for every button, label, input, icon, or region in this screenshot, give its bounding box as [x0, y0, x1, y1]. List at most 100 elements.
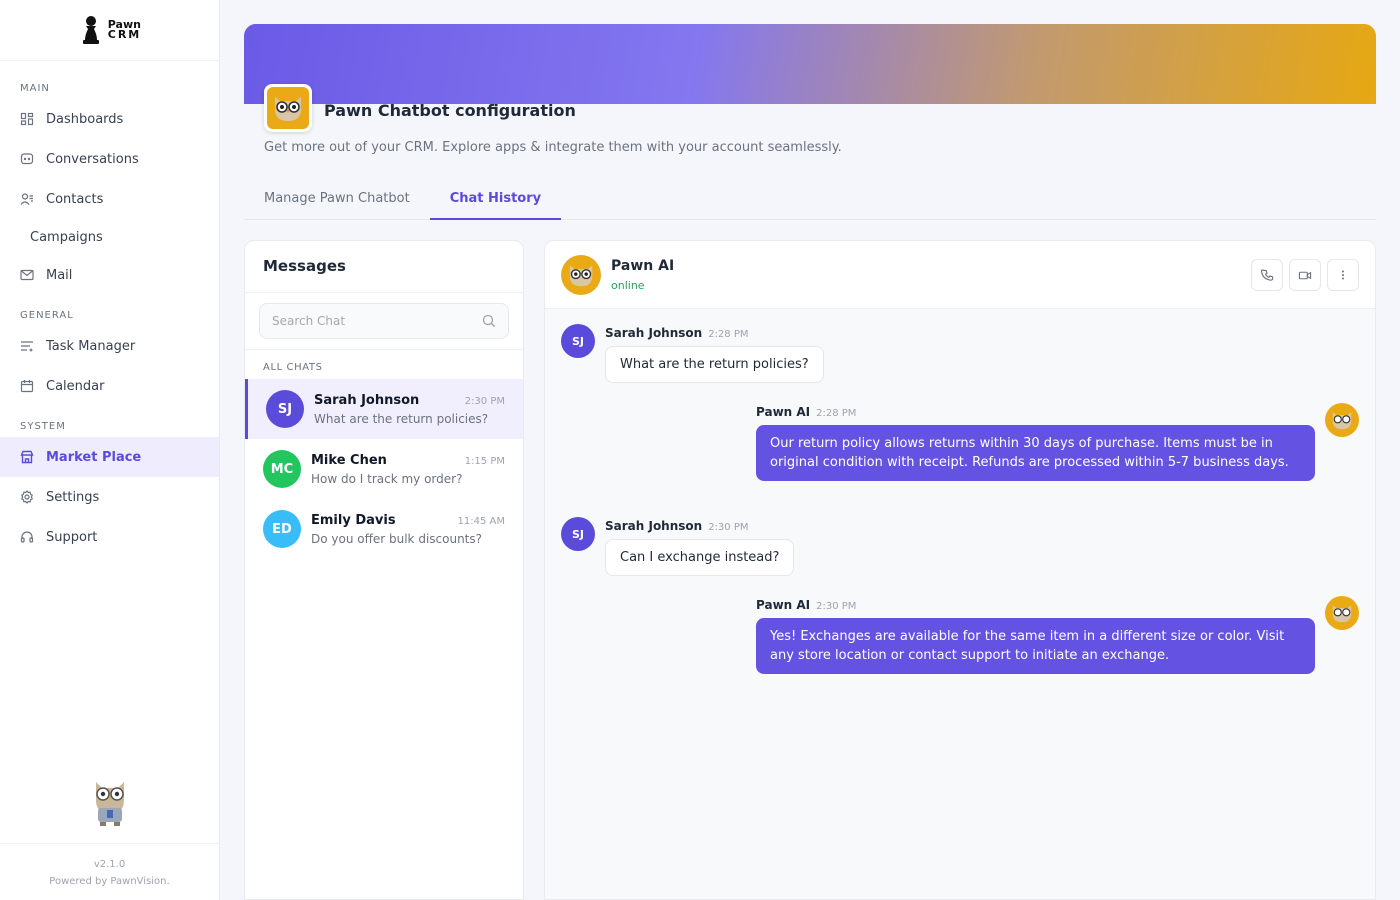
owl-face-icon — [1332, 412, 1352, 430]
sidebar-item-label: Contacts — [46, 191, 104, 207]
message-bubble: What are the return policies? — [605, 346, 824, 383]
video-call-button[interactable] — [1289, 259, 1321, 291]
grid-icon — [20, 112, 34, 126]
sidebar-item-market-place[interactable]: Market Place — [0, 437, 219, 477]
sidebar-item-campaigns[interactable]: Campaigns — [0, 217, 219, 257]
tasks-icon — [20, 339, 34, 353]
owl-face-icon — [1332, 605, 1352, 623]
sidebar-item-label: Task Manager — [46, 338, 136, 354]
avatar: ED — [263, 510, 301, 548]
page-subtitle: Get more out of your CRM. Explore apps &… — [264, 140, 842, 155]
header-banner — [244, 24, 1376, 104]
powered-by: Powered by PawnVision. — [49, 876, 170, 887]
store-icon — [20, 450, 34, 464]
section-system: SYSTEM — [20, 421, 66, 432]
chat-item-emily-davis[interactable]: ED Emily Davis 11:45 AM Do you offer bul… — [245, 499, 523, 559]
sidebar-item-label: Support — [46, 529, 98, 545]
sidebar-item-label: Conversations — [46, 151, 139, 167]
conversation-name: Pawn AI — [611, 257, 675, 274]
tab-manage-chatbot[interactable]: Manage Pawn Chatbot — [244, 180, 430, 220]
message-user: Sarah Johnson 2:30 PM Can I exchange inst… — [605, 519, 795, 576]
bot-logo — [264, 84, 312, 132]
search-input[interactable] — [272, 314, 472, 328]
brand-logo[interactable]: Pawn CRM — [0, 0, 219, 61]
chat-icon — [20, 152, 34, 166]
message-ai: Pawn AI 2:30 PM Yes! Exchanges are availa… — [756, 598, 1315, 674]
mail-icon — [20, 268, 34, 282]
brand-line2: CRM — [107, 28, 142, 41]
avatar: SJ — [266, 390, 304, 428]
avatar: SJ — [561, 324, 595, 358]
message-bubble: Our return policy allows returns within … — [756, 425, 1315, 481]
sidebar: Pawn CRM MAIN Dashboards Conversations C… — [0, 0, 220, 900]
pawn-ai-avatar — [1325, 596, 1359, 630]
chat-time: 11:45 AM — [457, 515, 505, 527]
pawn-logo-icon — [82, 16, 99, 44]
chat-name: Sarah Johnson — [314, 392, 420, 408]
chat-name: Emily Davis — [311, 512, 396, 528]
sidebar-item-label: Mail — [46, 267, 73, 283]
conversation-header: Pawn AI online — [545, 241, 1375, 309]
message-bubble: Yes! Exchanges are available for the sam… — [756, 618, 1315, 674]
owl-mascot-icon — [96, 782, 124, 826]
sidebar-item-settings[interactable]: Settings — [0, 477, 219, 517]
search-icon[interactable] — [482, 314, 496, 328]
all-chats-label: ALL CHATS — [263, 362, 323, 373]
tab-chat-history[interactable]: Chat History — [429, 180, 562, 220]
message-ai: Pawn AI 2:28 PM Our return policy allows … — [756, 405, 1315, 481]
more-options-button[interactable] — [1327, 259, 1359, 291]
tab-bar: Manage Pawn Chatbot Chat History — [244, 180, 1376, 220]
conversation-panel: Pawn AI online SJ Sarah Johnson 2:28 PM W… — [544, 240, 1376, 900]
chat-item-mike-chen[interactable]: MC Mike Chen 1:15 PM How do I track my o… — [245, 439, 523, 499]
sender-name: Sarah Johnson — [605, 519, 703, 533]
message-time: 2:28 PM — [708, 329, 749, 340]
message-user: Sarah Johnson 2:28 PM What are the return… — [605, 326, 824, 383]
messages-panel: Messages ALL CHATS SJ Sarah Johnson 2:30… — [244, 240, 524, 900]
message-time: 2:28 PM — [816, 408, 857, 419]
video-icon — [1298, 271, 1312, 279]
pawn-ai-avatar — [561, 254, 601, 295]
section-main: MAIN — [20, 83, 50, 94]
owl-face-icon — [275, 97, 301, 121]
sidebar-item-label: Settings — [46, 489, 100, 505]
sidebar-item-dashboards[interactable]: Dashboards — [0, 99, 219, 139]
sidebar-footer: v2.1.0 Powered by PawnVision. — [0, 843, 219, 890]
sidebar-item-mail[interactable]: Mail — [0, 255, 219, 295]
sender-name: Pawn AI — [756, 405, 811, 419]
sidebar-item-conversations[interactable]: Conversations — [0, 139, 219, 179]
headset-icon — [20, 530, 34, 544]
sidebar-item-calendar[interactable]: Calendar — [0, 366, 219, 406]
phone-icon — [1260, 268, 1273, 281]
sidebar-item-task-manager[interactable]: Task Manager — [0, 326, 219, 366]
sidebar-item-contacts[interactable]: Contacts — [0, 179, 219, 219]
messages-title: Messages — [245, 241, 523, 293]
pawn-ai-avatar — [1325, 403, 1359, 437]
sidebar-item-label: Dashboards — [46, 111, 124, 127]
more-vertical-icon — [1342, 270, 1344, 280]
sender-name: Sarah Johnson — [605, 326, 703, 340]
section-general: GENERAL — [20, 310, 74, 321]
avatar: MC — [263, 450, 301, 488]
message-bubble: Can I exchange instead? — [605, 539, 795, 576]
owl-face-icon — [569, 264, 593, 286]
chat-item-sarah-johnson[interactable]: SJ Sarah Johnson 2:30 PM What are the re… — [245, 379, 523, 439]
search-box[interactable] — [259, 303, 509, 339]
chat-preview: How do I track my order? — [311, 471, 463, 486]
message-time: 2:30 PM — [816, 601, 857, 612]
gear-icon — [20, 490, 34, 504]
calendar-icon — [20, 379, 34, 393]
sidebar-item-label: Calendar — [46, 378, 105, 394]
call-button[interactable] — [1251, 259, 1283, 291]
chat-time: 2:30 PM — [464, 395, 505, 407]
app-version: v2.1.0 — [93, 859, 126, 870]
sidebar-item-support[interactable]: Support — [0, 517, 219, 557]
contacts-icon — [20, 192, 34, 206]
chat-preview: Do you offer bulk discounts? — [311, 531, 482, 546]
message-time: 2:30 PM — [708, 522, 749, 533]
avatar: SJ — [561, 517, 595, 551]
page-title: Pawn Chatbot configuration — [324, 101, 576, 120]
sidebar-item-label: Market Place — [46, 449, 142, 465]
chat-time: 1:15 PM — [464, 455, 505, 467]
sender-name: Pawn AI — [756, 598, 811, 612]
chat-preview: What are the return policies? — [314, 411, 489, 426]
